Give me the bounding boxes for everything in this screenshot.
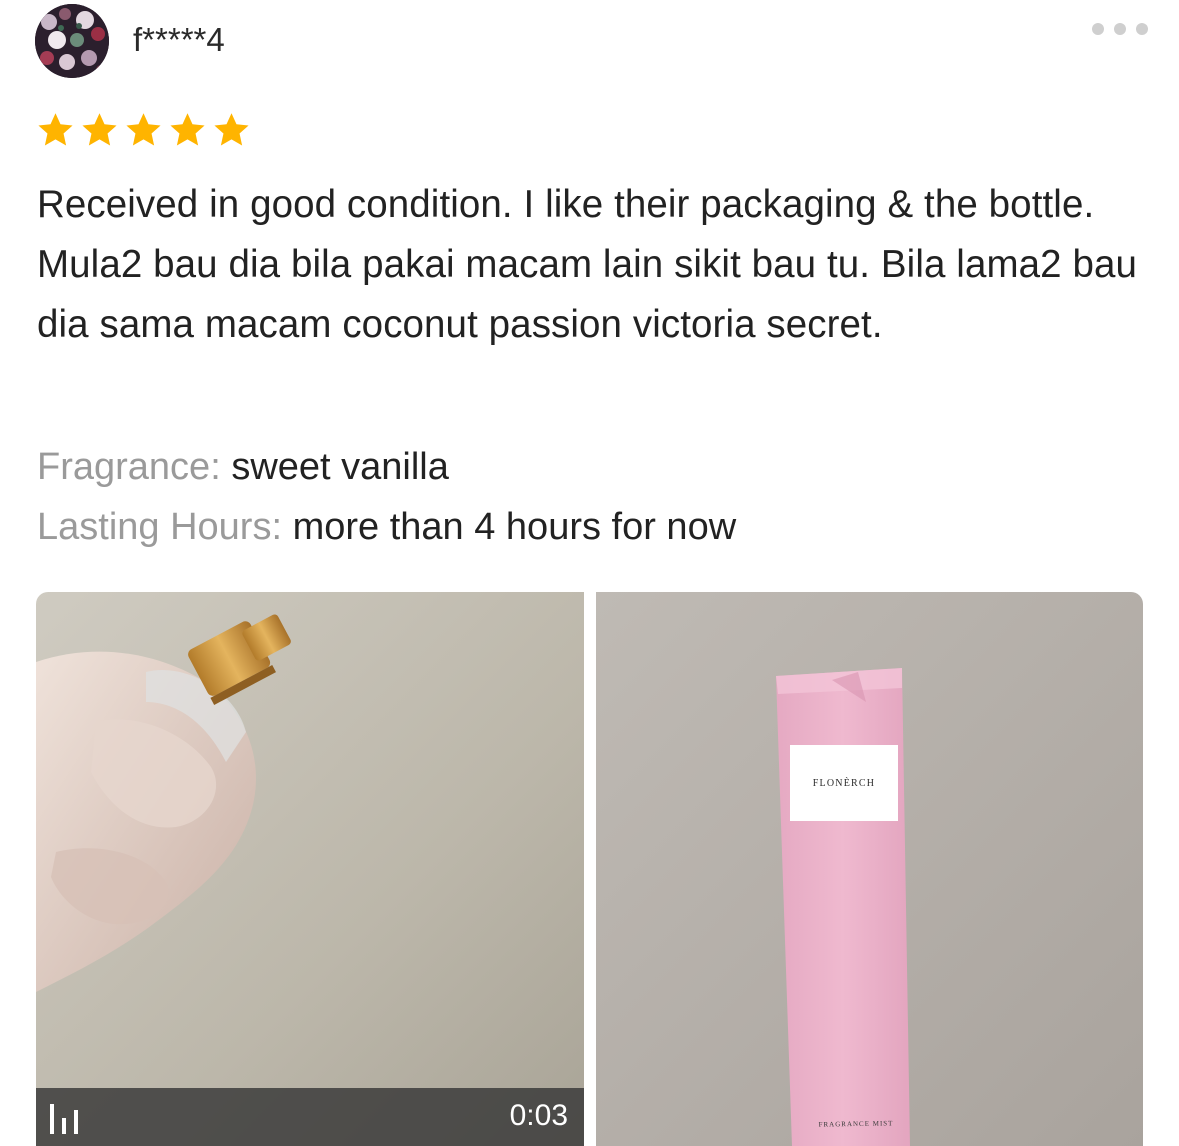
attribute-label: Lasting Hours: [37, 506, 283, 548]
star-rating [36, 112, 251, 149]
review-video-thumbnail[interactable]: 0:03 [36, 592, 584, 1146]
star-icon [38, 113, 73, 146]
avatar-image [35, 4, 109, 78]
review-card: f*****4 Received in good condition. I li… [0, 0, 1179, 1146]
video-info-bar: 0:03 [36, 1088, 584, 1146]
star-icon [214, 113, 249, 146]
reviewer-name[interactable]: f*****4 [133, 20, 225, 60]
review-text: Received in good condition. I like their… [37, 183, 1137, 346]
video-duration: 0:03 [509, 1099, 568, 1132]
dot [1136, 23, 1148, 35]
product-brand-label: FLONÈRCH [790, 745, 898, 821]
audio-bars-icon [50, 1104, 78, 1134]
dot [1092, 23, 1104, 35]
more-dots-icon[interactable] [1092, 18, 1148, 40]
attribute-fragrance: Fragrance: sweet vanilla [37, 443, 449, 491]
attribute-lasting-hours: Lasting Hours: more than 4 hours for now [37, 503, 736, 551]
attribute-value: more than 4 hours for now [292, 506, 737, 548]
attribute-value: sweet vanilla [231, 446, 449, 488]
star-icon [126, 113, 161, 146]
attribute-label: Fragrance: [37, 446, 221, 488]
product-box-image [596, 592, 1143, 1146]
video-frame-image [36, 592, 584, 1146]
star-icon [82, 113, 117, 146]
avatar[interactable] [35, 4, 109, 78]
review-photo-thumbnail[interactable]: FLONÈRCH FRAGRANCE MIST [596, 592, 1143, 1146]
dot [1114, 23, 1126, 35]
star-icon [170, 113, 205, 146]
